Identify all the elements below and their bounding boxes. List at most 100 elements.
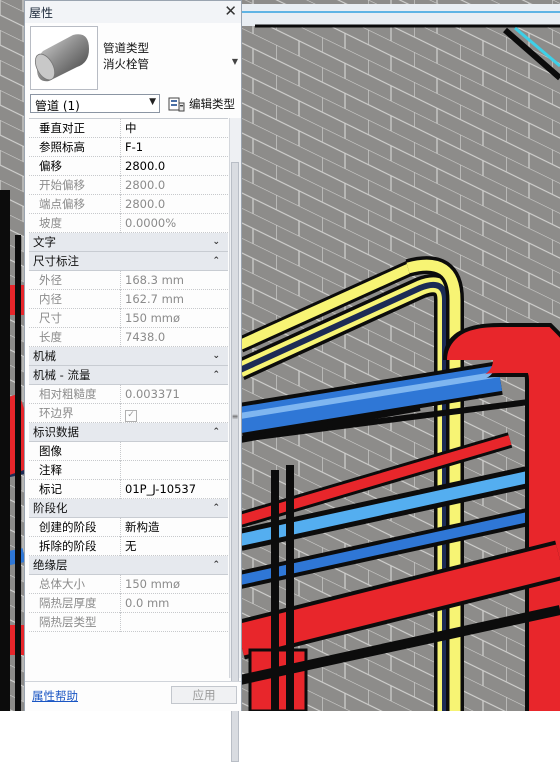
property-value: 168.3 mm — [125, 273, 184, 287]
section-header[interactable]: 机械 - 流量 ⌃ — [29, 366, 228, 385]
chevron-down-icon[interactable]: ⌄ — [212, 233, 220, 251]
property-name: 总体大小 — [29, 575, 121, 594]
scrollbar-thumb[interactable] — [231, 162, 239, 762]
scroll-grip-icon: ≡ — [231, 412, 239, 421]
type-family-label: 管道类型 — [103, 41, 149, 55]
property-row: 总体大小 150 mmø — [29, 575, 228, 594]
section-label: 绝缘层 — [33, 558, 68, 572]
property-name: 图像 — [29, 442, 121, 461]
property-name: 坡度 — [29, 214, 121, 233]
property-row: 坡度 0.0000% — [29, 214, 228, 233]
property-row: 创建的阶段 新构造 — [29, 518, 228, 537]
property-value: 0.003371 — [125, 387, 180, 401]
section-header[interactable]: 标识数据 ⌃ — [29, 423, 228, 442]
palette-title-bar[interactable]: 屋性 ✕ — [25, 1, 241, 24]
edit-type-icon — [168, 97, 185, 112]
properties-palette: 屋性 ✕ 管道类型 消火栓管 ▼ 管道 (1) ▼ 编辑类型 垂直对正 中 参照… — [24, 0, 242, 762]
property-value — [122, 613, 228, 632]
property-name: 内径 — [29, 290, 121, 309]
property-checkbox: ✓ — [122, 404, 228, 423]
property-name: 标记 — [29, 480, 121, 499]
property-name: 拆除的阶段 — [29, 537, 121, 556]
property-row: 标记 01P_J-10537 — [29, 480, 228, 499]
property-row: 相对粗糙度 0.003371 — [29, 385, 228, 404]
property-row: 端点偏移 2800.0 — [29, 195, 228, 214]
palette-title: 屋性 — [29, 6, 54, 20]
close-icon[interactable]: ✕ — [224, 2, 237, 20]
checkmark-icon: ✓ — [125, 410, 137, 422]
property-value[interactable]: 2800.0 — [122, 157, 228, 176]
property-row: 长度 7438.0 — [29, 328, 228, 347]
property-name: 开始偏移 — [29, 176, 121, 195]
filter-row: 管道 (1) ▼ 编辑类型 — [25, 93, 241, 117]
property-value: 2800.0 — [125, 178, 166, 192]
property-row: 拆除的阶段无 — [29, 537, 228, 556]
type-name: 管道类型 消火栓管 — [103, 40, 149, 72]
properties-help-link[interactable]: 属性帮助 — [32, 688, 78, 704]
chevron-down-icon: ▼ — [149, 97, 156, 107]
section-header[interactable]: 阶段化 ⌃ — [29, 499, 228, 518]
chevron-up-icon[interactable]: ⌃ — [212, 252, 220, 270]
property-name: 端点偏移 — [29, 195, 121, 214]
chevron-up-icon[interactable]: ⌃ — [212, 423, 220, 441]
property-name: 注释 — [29, 461, 121, 480]
chevron-up-icon[interactable]: ⌃ — [212, 556, 220, 574]
section-label: 机械 - 流量 — [33, 368, 91, 382]
property-name: 隔热层类型 — [29, 613, 121, 632]
section-label: 文字 — [33, 235, 56, 249]
chevron-up-icon[interactable]: ⌃ — [212, 366, 220, 384]
type-selector[interactable]: 管道类型 消火栓管 ▼ — [25, 23, 241, 91]
property-row: 开始偏移 2800.0 — [29, 176, 228, 195]
property-value: 162.7 mm — [125, 292, 184, 306]
property-row: 参照标高 F-1 — [29, 138, 228, 157]
property-row: 垂直对正中 — [29, 119, 228, 138]
property-value[interactable]: 新构造 — [122, 518, 228, 537]
property-name: 偏移 — [29, 157, 121, 176]
property-value[interactable]: 中 — [122, 119, 228, 138]
apply-button[interactable]: 应用 — [171, 686, 237, 704]
instance-filter-value: 管道 (1) — [35, 99, 80, 113]
property-grid: 垂直对正中参照标高 F-1 偏移 2800.0 开始偏移 2800.0 端点偏移 2800.0… — [29, 118, 228, 679]
section-label: 机械 — [33, 349, 56, 363]
property-value: 7438.0 — [125, 330, 166, 344]
property-name: 外径 — [29, 271, 121, 290]
section-header[interactable]: 文字 ⌄ — [29, 233, 228, 252]
property-value: 0.0 mm — [125, 596, 170, 610]
instance-filter-select[interactable]: 管道 (1) ▼ — [30, 94, 160, 113]
section-header[interactable]: 绝缘层 ⌃ — [29, 556, 228, 575]
property-value[interactable] — [122, 442, 228, 461]
chevron-up-icon[interactable]: ⌃ — [212, 499, 220, 517]
property-row: 隔热层类型 — [29, 613, 228, 632]
property-name: 垂直对正 — [29, 119, 121, 138]
property-name: 环边界 — [29, 404, 121, 423]
property-row: 隔热层厚度 0.0 mm — [29, 594, 228, 613]
property-name: 创建的阶段 — [29, 518, 121, 537]
property-value[interactable]: 01P_J-10537 — [122, 480, 228, 499]
property-row: 偏移 2800.0 — [29, 157, 228, 176]
section-label: 标识数据 — [33, 425, 79, 439]
edit-type-label: 编辑类型 — [189, 97, 235, 111]
property-row: 环边界 ✓ — [29, 404, 228, 423]
property-value[interactable] — [122, 461, 228, 480]
property-grid-scrollbar[interactable]: ≡ — [229, 118, 241, 762]
chevron-down-icon[interactable]: ⌄ — [212, 347, 220, 365]
property-row: 注释 — [29, 461, 228, 480]
property-value[interactable]: 无 — [122, 537, 228, 556]
chevron-down-icon[interactable]: ▼ — [232, 57, 238, 66]
section-header[interactable]: 机械 ⌄ — [29, 347, 228, 366]
property-row: 外径 168.3 mm — [29, 271, 228, 290]
property-name: 尺寸 — [29, 309, 121, 328]
property-value: 150 mmø — [125, 577, 181, 591]
section-header[interactable]: 尺寸标注 ⌃ — [29, 252, 228, 271]
property-value: 150 mmø — [125, 311, 181, 325]
palette-footer: 属性帮助 应用 — [25, 681, 241, 711]
property-name: 参照标高 — [29, 138, 121, 157]
section-label: 尺寸标注 — [33, 254, 79, 268]
property-value: 0.0000% — [125, 216, 177, 230]
property-value[interactable]: F-1 — [122, 138, 228, 157]
property-name: 隔热层厚度 — [29, 594, 121, 613]
property-name: 相对粗糙度 — [29, 385, 121, 404]
property-row: 尺寸 150 mmø — [29, 309, 228, 328]
property-value: 2800.0 — [125, 197, 166, 211]
viewport-top-strip — [240, 4, 560, 26]
